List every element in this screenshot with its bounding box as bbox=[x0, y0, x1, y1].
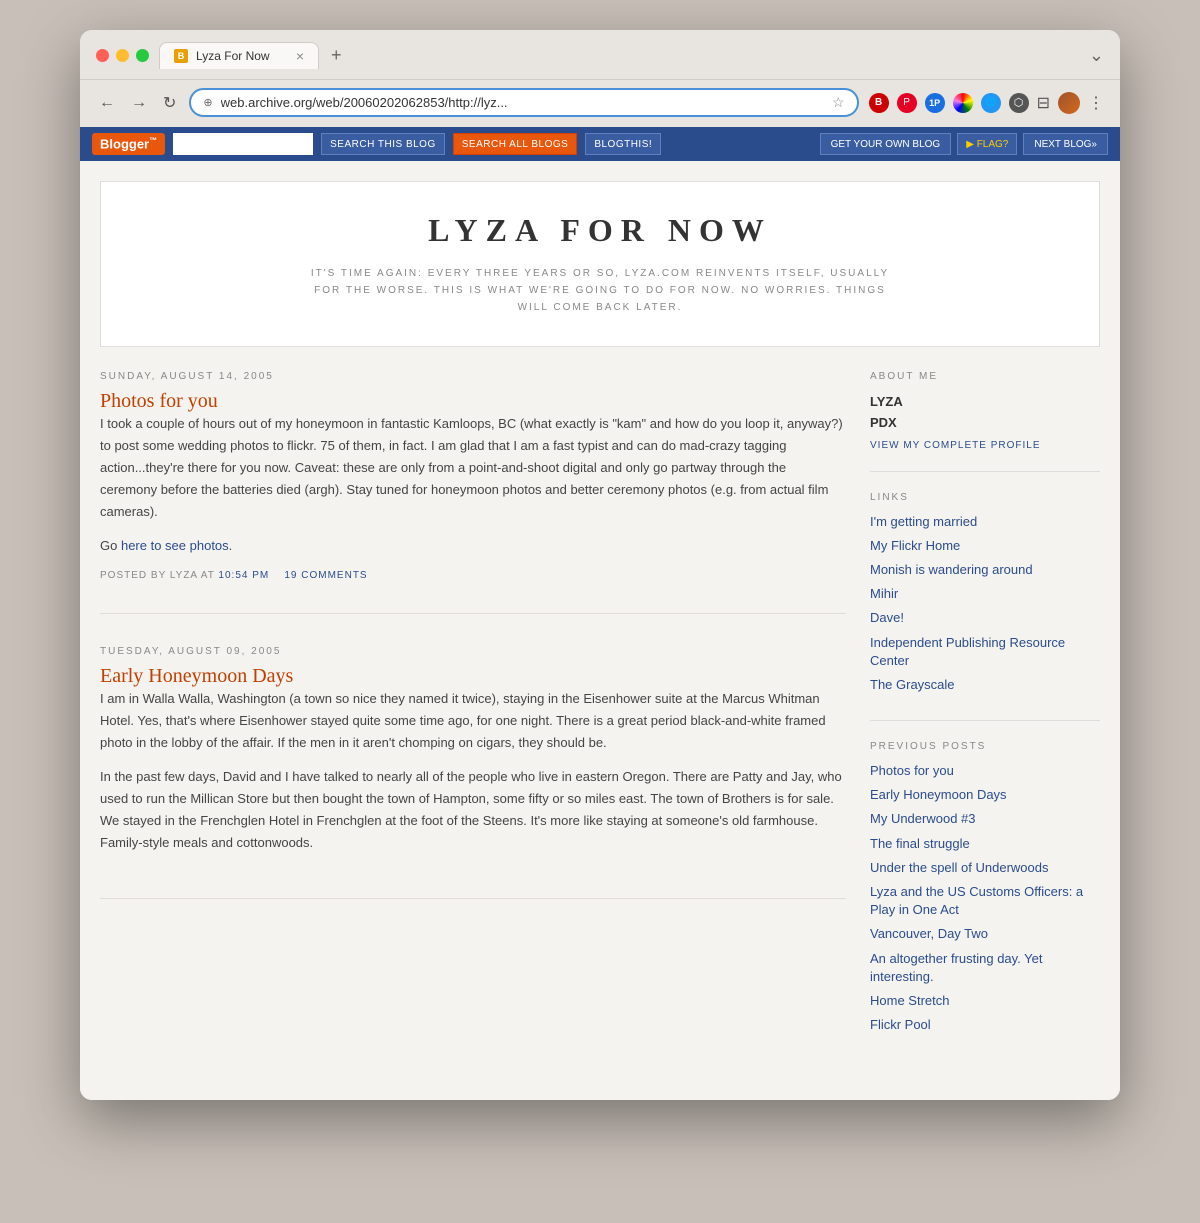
view-profile-link[interactable]: VIEW MY COMPLETE PROFILE bbox=[870, 440, 1100, 451]
sidebar-profile-name: LYZA PDX bbox=[870, 392, 1100, 434]
forward-button[interactable]: → bbox=[128, 91, 150, 115]
traffic-lights bbox=[96, 49, 149, 62]
post-1-time[interactable]: 10:54 PM bbox=[218, 570, 269, 581]
sidebar-prev-posts-section: PREVIOUS POSTS Photos for you Early Hone… bbox=[870, 741, 1100, 1060]
search-this-blog-button[interactable]: Search This Blog bbox=[321, 133, 445, 155]
post-1-date: SUNDAY, AUGUST 14, 2005 bbox=[100, 371, 846, 382]
toolbar-icons: B P 1P 🌐 ⬡ ⊟ ⋮ bbox=[869, 92, 1104, 114]
content-area: LYZA FOR NOW IT'S TIME AGAIN: EVERY THRE… bbox=[80, 161, 1120, 1100]
new-tab-button[interactable]: + bbox=[327, 45, 346, 66]
sidebar-about-heading: ABOUT ME bbox=[870, 371, 1100, 382]
blogger-navbar: Blogger™ Search This Blog Search All Blo… bbox=[80, 127, 1120, 161]
maximize-button[interactable] bbox=[136, 49, 149, 62]
sidebar-link-0[interactable]: I'm getting married bbox=[870, 513, 1100, 531]
close-button[interactable] bbox=[96, 49, 109, 62]
sidebar-prev-posts-heading: PREVIOUS POSTS bbox=[870, 741, 1100, 752]
bookmark-star-icon[interactable]: ☆ bbox=[832, 94, 845, 111]
post-2: TUESDAY, AUGUST 09, 2005 Early Honeymoon… bbox=[100, 646, 846, 900]
blog-title: LYZA FOR NOW bbox=[141, 212, 1059, 249]
address-input[interactable] bbox=[221, 95, 824, 110]
rainbow-icon[interactable] bbox=[953, 93, 973, 113]
prev-post-5[interactable]: Lyza and the US Customs Officers: a Play… bbox=[870, 883, 1100, 919]
blog-header: LYZA FOR NOW IT'S TIME AGAIN: EVERY THRE… bbox=[100, 181, 1100, 347]
prev-post-9[interactable]: Flickr Pool bbox=[870, 1016, 1100, 1034]
main-column: SUNDAY, AUGUST 14, 2005 Photos for you I… bbox=[100, 371, 846, 1080]
post-1-footer: POSTED BY LYZA AT 10:54 PM 19 COMMENTS bbox=[100, 570, 846, 581]
tab-area: B Lyza For Now × + ⌄ bbox=[159, 42, 1104, 69]
minimize-button[interactable] bbox=[116, 49, 129, 62]
blogger-search-input[interactable] bbox=[173, 133, 313, 155]
browser-window: B Lyza For Now × + ⌄ ← → ↻ ⊕ ☆ B P 1P 🌐 … bbox=[80, 30, 1120, 1100]
post-2-date: TUESDAY, AUGUST 09, 2005 bbox=[100, 646, 846, 657]
post-1-comments[interactable]: 19 COMMENTS bbox=[284, 570, 367, 581]
sidebar-link-5[interactable]: Independent Publishing Resource Center bbox=[870, 634, 1100, 670]
browser-tab[interactable]: B Lyza For Now × bbox=[159, 42, 319, 69]
post-2-title[interactable]: Early Honeymoon Days bbox=[100, 665, 293, 687]
post-1-paragraph-2: Go here to see photos. bbox=[100, 535, 846, 557]
post-1-body: I took a couple of hours out of my honey… bbox=[100, 413, 846, 558]
get-your-own-blog-button[interactable]: Get Your Own Blog bbox=[820, 133, 952, 155]
prev-post-7[interactable]: An altogether frusting day. Yet interest… bbox=[870, 950, 1100, 986]
sidebar-link-6[interactable]: The Grayscale bbox=[870, 676, 1100, 694]
sidebar: ABOUT ME LYZA PDX VIEW MY COMPLETE PROFI… bbox=[870, 371, 1100, 1080]
tab-menu-button[interactable]: ⌄ bbox=[1089, 45, 1104, 66]
two-column-layout: SUNDAY, AUGUST 14, 2005 Photos for you I… bbox=[100, 371, 1100, 1080]
sidebar-link-1[interactable]: My Flickr Home bbox=[870, 537, 1100, 555]
address-bar: ← → ↻ ⊕ ☆ B P 1P 🌐 ⬡ ⊟ ⋮ bbox=[80, 80, 1120, 127]
globe-icon[interactable]: 🌐 bbox=[981, 93, 1001, 113]
post-1: SUNDAY, AUGUST 14, 2005 Photos for you I… bbox=[100, 371, 846, 614]
blogger-logo[interactable]: Blogger™ bbox=[92, 133, 165, 154]
tab-close-button[interactable]: × bbox=[296, 49, 304, 63]
post-2-paragraph-1: I am in Walla Walla, Washington (a town … bbox=[100, 688, 846, 754]
secure-icon: ⊕ bbox=[203, 96, 212, 109]
blog-subtitle: IT'S TIME AGAIN: EVERY THREE YEARS OR SO… bbox=[300, 265, 900, 316]
sidebar-links-heading: LINKS bbox=[870, 492, 1100, 503]
prev-post-2[interactable]: My Underwood #3 bbox=[870, 810, 1100, 828]
post-1-photos-link[interactable]: here to see photos bbox=[121, 538, 229, 553]
post-1-title[interactable]: Photos for you bbox=[100, 390, 218, 412]
sidebar-link-3[interactable]: Mihir bbox=[870, 585, 1100, 603]
next-blog-button[interactable]: NEXT BLOG» bbox=[1023, 133, 1108, 155]
prev-post-6[interactable]: Vancouver, Day Two bbox=[870, 925, 1100, 943]
split-view-icon[interactable]: ⊟ bbox=[1037, 93, 1050, 113]
flag-button[interactable]: ▶ FLAG? bbox=[957, 133, 1017, 155]
tab-favicon-letter: B bbox=[178, 51, 185, 61]
blogger-right-nav: Get Your Own Blog ▶ FLAG? NEXT BLOG» bbox=[820, 133, 1108, 155]
post-2-paragraph-2: In the past few days, David and I have t… bbox=[100, 766, 846, 854]
user-avatar[interactable] bbox=[1058, 92, 1080, 114]
1password-icon[interactable]: 1P bbox=[925, 93, 945, 113]
tab-favicon-icon: B bbox=[174, 49, 188, 63]
blogthis-button[interactable]: BlogThis! bbox=[585, 133, 661, 155]
title-bar: B Lyza For Now × + ⌄ bbox=[80, 30, 1120, 80]
post-1-posted-by: POSTED BY LYZA AT bbox=[100, 570, 215, 581]
prev-post-8[interactable]: Home Stretch bbox=[870, 992, 1100, 1010]
sidebar-link-2[interactable]: Monish is wandering around bbox=[870, 561, 1100, 579]
back-button[interactable]: ← bbox=[96, 91, 118, 115]
extension-icon[interactable]: ⬡ bbox=[1009, 93, 1029, 113]
post-2-body: I am in Walla Walla, Washington (a town … bbox=[100, 688, 846, 855]
sidebar-links-section: LINKS I'm getting married My Flickr Home… bbox=[870, 492, 1100, 722]
prev-post-4[interactable]: Under the spell of Underwoods bbox=[870, 859, 1100, 877]
address-bar-input-wrap: ⊕ ☆ bbox=[189, 88, 858, 117]
bookmark-icon[interactable]: B bbox=[869, 93, 889, 113]
tab-title: Lyza For Now bbox=[196, 49, 288, 63]
prev-post-3[interactable]: The final struggle bbox=[870, 835, 1100, 853]
post-1-paragraph-1: I took a couple of hours out of my honey… bbox=[100, 413, 846, 523]
refresh-button[interactable]: ↻ bbox=[160, 90, 179, 116]
prev-post-1[interactable]: Early Honeymoon Days bbox=[870, 786, 1100, 804]
search-all-blogs-button[interactable]: Search All Blogs bbox=[453, 133, 578, 155]
sidebar-about-section: ABOUT ME LYZA PDX VIEW MY COMPLETE PROFI… bbox=[870, 371, 1100, 472]
sidebar-link-4[interactable]: Dave! bbox=[870, 609, 1100, 627]
prev-post-0[interactable]: Photos for you bbox=[870, 762, 1100, 780]
pinterest-icon[interactable]: P bbox=[897, 93, 917, 113]
more-options-icon[interactable]: ⋮ bbox=[1088, 93, 1104, 113]
